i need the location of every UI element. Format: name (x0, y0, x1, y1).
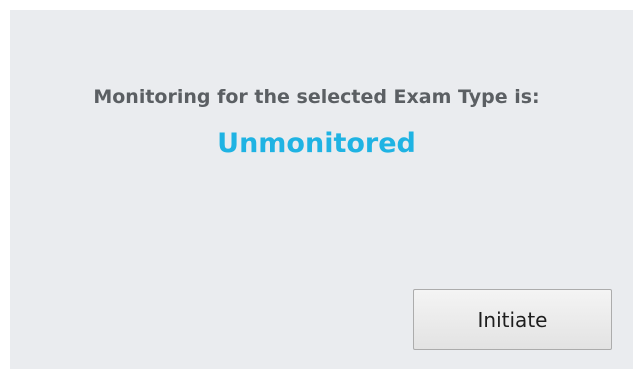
initiate-button[interactable]: Initiate (413, 289, 612, 350)
monitoring-status: Unmonitored (217, 128, 416, 159)
monitoring-message: Monitoring for the selected Exam Type is… (93, 86, 540, 108)
